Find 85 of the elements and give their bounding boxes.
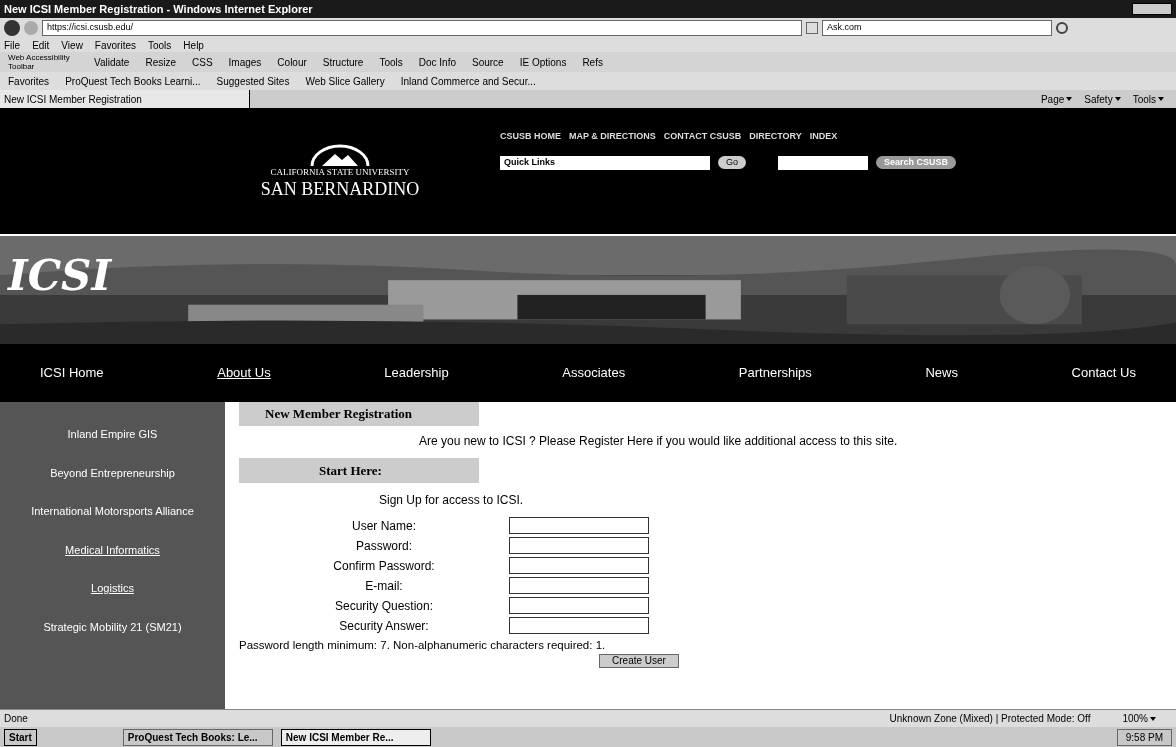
window-title: New ICSI Member Registration - Windows Internet Explorer xyxy=(4,1,313,17)
search-input[interactable] xyxy=(778,155,868,170)
search-field[interactable]: Ask.com xyxy=(822,20,1052,36)
sidebar-link[interactable]: Beyond Entrepreneurship xyxy=(50,464,175,481)
input-field[interactable] xyxy=(509,617,649,634)
field-label: User Name: xyxy=(351,518,417,535)
field-label: Confirm Password: xyxy=(332,558,436,575)
header-link[interactable]: INDEX xyxy=(809,130,838,144)
zoom-button[interactable]: 100% xyxy=(1122,711,1156,726)
mountain-icon xyxy=(310,144,370,167)
input-field[interactable] xyxy=(509,517,649,534)
toolbar-button[interactable]: CSS xyxy=(192,54,213,70)
toolbar-button[interactable]: IE Options xyxy=(519,54,567,70)
address-field[interactable]: https://icsi.csusb.edu/ xyxy=(42,20,802,36)
start-button[interactable]: Start xyxy=(4,728,37,746)
nav-link[interactable]: Leadership xyxy=(384,363,449,383)
input-field[interactable] xyxy=(509,557,649,574)
nav-link[interactable]: Partnerships xyxy=(738,363,812,383)
command-button[interactable]: Page xyxy=(1040,91,1073,107)
toolbar-button[interactable]: Images xyxy=(228,54,262,70)
menu-item[interactable]: File xyxy=(4,37,21,53)
menu-item[interactable]: View xyxy=(61,37,83,53)
caret-icon xyxy=(1066,97,1073,101)
header-link[interactable]: CSUSB HOME xyxy=(500,130,561,144)
input-field[interactable] xyxy=(509,597,649,614)
toolbar-button[interactable]: Resize xyxy=(145,54,176,70)
header-link[interactable]: CONTACT CSUSB xyxy=(663,130,742,144)
signup-text: Sign Up for access to ICSI. xyxy=(379,492,525,509)
site-logo: ICSI xyxy=(8,250,112,302)
toolbar-button[interactable]: Validate xyxy=(94,54,130,70)
menu-item[interactable]: Edit xyxy=(32,37,50,53)
field-label: Security Question: xyxy=(333,598,434,615)
taskbar-button[interactable]: New ICSI Member Re... xyxy=(280,728,431,746)
nav-link[interactable]: ICSI Home xyxy=(40,363,104,383)
back-icon[interactable] xyxy=(4,20,20,36)
sidebar-link[interactable]: Logistics xyxy=(91,580,134,597)
command-button[interactable]: Tools xyxy=(1132,91,1164,107)
toolbar-button[interactable]: Refs xyxy=(582,54,603,70)
field-label: Password: xyxy=(355,538,413,555)
clock: 9:58 PM xyxy=(1116,728,1172,746)
sidebar-link[interactable]: Medical Informatics xyxy=(65,541,160,558)
university-logo[interactable]: CALIFORNIA STATE UNIVERSITY SAN BERNARDINO xyxy=(240,108,440,234)
favorite-link[interactable]: ProQuest Tech Books Learni... xyxy=(65,73,201,89)
favorites-button[interactable]: Favorites xyxy=(8,73,50,89)
caret-icon xyxy=(1114,97,1121,101)
toolbar-button[interactable]: Structure xyxy=(322,54,364,70)
nav-link[interactable]: Contact Us xyxy=(1071,363,1136,383)
toolbar-button[interactable]: Web Accessibility Toolbar xyxy=(8,53,78,71)
favorite-link[interactable]: Suggested Sites xyxy=(216,73,290,89)
toolbar-button[interactable]: Source xyxy=(472,54,504,70)
create-user-button[interactable]: Create User xyxy=(599,654,679,669)
toolbar-button[interactable]: Tools xyxy=(379,54,403,70)
menu-item[interactable]: Favorites xyxy=(94,37,136,53)
nav-link[interactable]: Associates xyxy=(562,363,626,383)
quick-links-select[interactable]: Quick Links xyxy=(500,155,710,170)
favorite-link[interactable]: Inland Commerce and Secur... xyxy=(400,73,536,89)
status-text: Done xyxy=(4,712,28,726)
section-heading: Start Here: xyxy=(239,457,479,483)
toolbar-button[interactable]: Doc Info xyxy=(418,54,456,70)
taskbar-button[interactable]: ProQuest Tech Books: Le... xyxy=(122,728,273,746)
zone-status[interactable]: Unknown Zone (Mixed) | Protected Mode: Off xyxy=(889,711,1091,726)
sidebar-link[interactable]: International Motorsports Alliance xyxy=(31,503,194,520)
password-note: Password length minimum: 7. Non-alphanumeric characters required: 1. xyxy=(239,638,607,653)
nav-link[interactable]: News xyxy=(925,363,958,383)
nav-link[interactable]: About Us xyxy=(217,363,271,383)
command-button[interactable]: Safety xyxy=(1084,91,1121,107)
input-field[interactable] xyxy=(509,577,649,594)
header-link[interactable]: DIRECTORY xyxy=(749,130,802,144)
sidebar-link[interactable]: Inland Empire GIS xyxy=(67,426,158,443)
sidebar-link[interactable]: Strategic Mobility 21 (SM21) xyxy=(43,618,182,635)
menu-item[interactable]: Tools xyxy=(148,37,172,53)
browser-tab[interactable]: New ICSI Member Registration xyxy=(0,90,250,108)
header-link[interactable]: MAP & DIRECTIONS xyxy=(569,130,656,144)
caret-icon xyxy=(1158,97,1164,101)
search-icon[interactable] xyxy=(1056,22,1068,34)
input-field[interactable] xyxy=(509,537,649,554)
intro-text: Are you new to ICSI ? Please Register Here if you would like additional access to this site. xyxy=(419,432,899,450)
field-label: Security Answer: xyxy=(338,618,430,635)
field-label: E-mail: xyxy=(364,578,404,595)
favorite-link[interactable]: Web Slice Gallery xyxy=(305,73,385,89)
go-button[interactable]: Go xyxy=(718,155,746,170)
section-heading: New Member Registration xyxy=(239,402,479,426)
toolbar-button[interactable]: Colour xyxy=(277,54,307,70)
menu-item[interactable]: Help xyxy=(183,37,204,53)
caret-icon xyxy=(1150,716,1156,721)
